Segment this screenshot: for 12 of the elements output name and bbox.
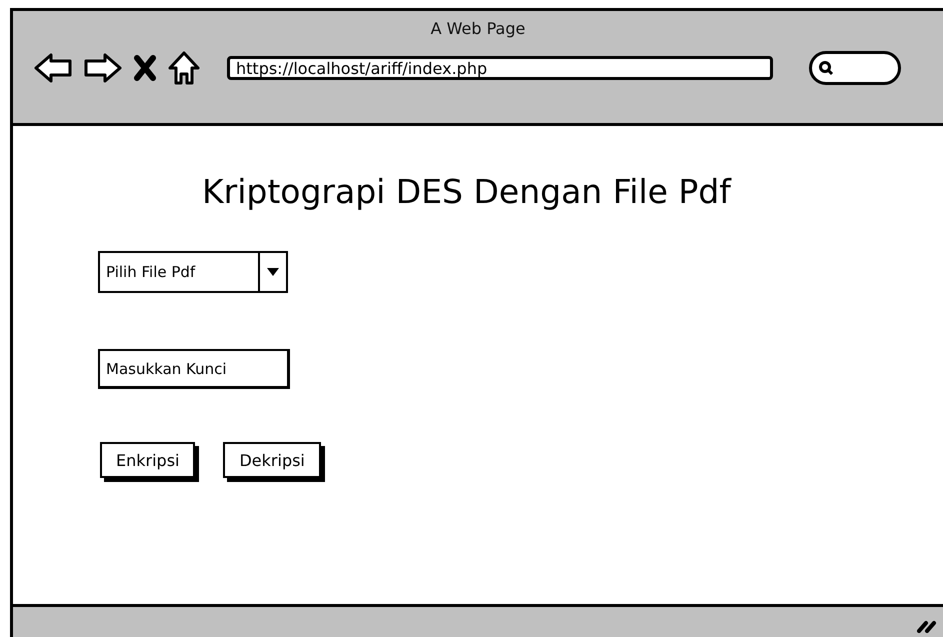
- window-title: A Web Page: [430, 19, 526, 38]
- address-bar[interactable]: https://localhost/ariff/index.php: [227, 56, 773, 80]
- forward-icon[interactable]: [83, 52, 123, 84]
- search-icon: [818, 60, 834, 76]
- key-input-field[interactable]: Masukkan Kunci: [98, 349, 290, 389]
- page-heading: Kriptograpi DES Dengan File Pdf: [202, 172, 732, 211]
- close-icon[interactable]: [133, 54, 157, 82]
- caret-icon: [267, 268, 279, 276]
- home-icon[interactable]: [167, 50, 201, 86]
- back-icon[interactable]: [33, 52, 73, 84]
- file-dropdown[interactable]: Pilih File Pdf: [98, 251, 288, 293]
- search-field[interactable]: [809, 51, 901, 85]
